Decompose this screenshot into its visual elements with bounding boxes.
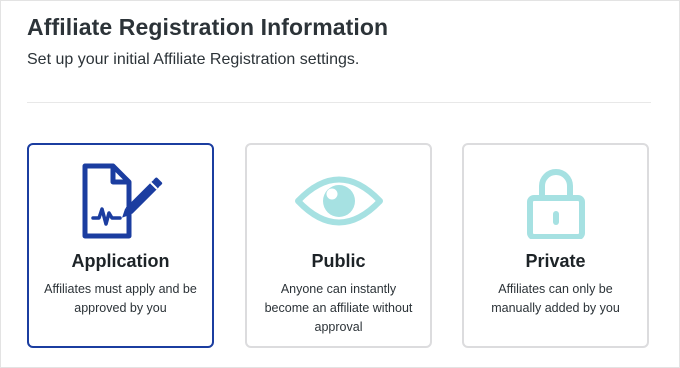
page-subtitle: Set up your initial Affiliate Registrati… — [27, 51, 360, 68]
option-title: Private — [525, 251, 586, 271]
option-description: Affiliates can only be manually added by… — [491, 282, 620, 315]
option-card-private[interactable]: Private Affiliates can only be manually … — [462, 143, 649, 348]
eye-icon — [294, 163, 384, 239]
option-card-application[interactable]: Application Affiliates must apply and be… — [27, 143, 214, 348]
option-title: Application — [71, 251, 170, 271]
lock-icon — [511, 163, 601, 239]
page-title: Affiliate Registration Information — [27, 14, 389, 40]
option-description: Anyone can instantly become an affiliate… — [264, 282, 413, 334]
registration-panel: Affiliate Registration Information Set u… — [0, 0, 680, 368]
option-description: Affiliates must apply and be approved by… — [44, 282, 197, 315]
divider — [27, 102, 651, 103]
option-card-public[interactable]: Public Anyone can instantly become an af… — [245, 143, 432, 348]
option-title: Public — [311, 251, 366, 271]
document-signature-icon — [76, 163, 166, 239]
